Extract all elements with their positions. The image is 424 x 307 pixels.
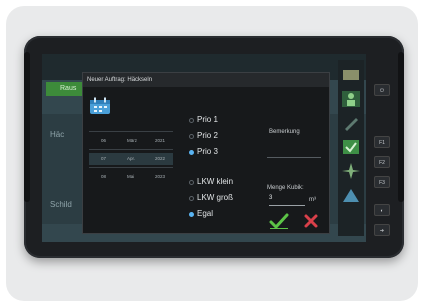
date-year: 2022	[155, 156, 166, 161]
dialog-title: Neuer Auftrag: Häckseln	[83, 73, 329, 87]
radio-label: LKW groß	[197, 193, 234, 202]
date-divider	[89, 149, 173, 150]
check-box-icon[interactable]	[341, 138, 361, 156]
checkmark-icon[interactable]	[269, 213, 289, 229]
background-row-label: Schild	[50, 200, 72, 209]
date-day: 06	[101, 138, 107, 143]
cross-icon[interactable]	[303, 213, 319, 229]
new-order-dialog: Neuer Auftrag: Häckseln 06 März 2021 07 …	[82, 72, 330, 234]
radio-dot-selected	[189, 212, 194, 217]
date-picker-row[interactable]: 08 Mai 2023	[89, 171, 173, 183]
background-row-label: Häc	[50, 130, 65, 139]
radio-dot	[189, 196, 194, 201]
date-divider	[89, 167, 173, 168]
remark-input[interactable]	[267, 157, 321, 158]
tablet-bumper-right	[398, 52, 404, 202]
person-icon[interactable]	[341, 90, 361, 108]
remark-label: Bemerkung	[269, 129, 300, 135]
date-year: 2021	[155, 138, 166, 143]
date-year: 2023	[155, 174, 166, 179]
date-month: Mai	[127, 174, 135, 179]
calendar-icon[interactable]	[89, 97, 111, 115]
enter-key[interactable]: ➔	[374, 224, 390, 236]
quantity-unit: m³	[309, 197, 316, 203]
date-day: 07	[101, 156, 107, 161]
compass-icon[interactable]	[341, 162, 361, 180]
date-day: 08	[101, 174, 107, 179]
quantity-input[interactable]: 3	[269, 195, 305, 206]
tablet-bumper-left	[24, 52, 30, 202]
radio-label: Prio 3	[197, 147, 218, 156]
radio-dot	[189, 134, 194, 139]
date-picker-row[interactable]: 06 März 2021	[89, 135, 173, 147]
radio-label: LKW klein	[197, 177, 234, 186]
power-button[interactable]: ⏻	[374, 84, 390, 96]
radio-label: Prio 1	[197, 115, 218, 124]
side-key[interactable]: ◐	[374, 204, 390, 216]
radio-dot	[189, 180, 194, 185]
date-month: März	[127, 138, 137, 143]
date-divider	[89, 131, 173, 132]
tool-icon[interactable]	[341, 66, 361, 84]
f1-key[interactable]: F1	[374, 136, 390, 148]
radio-dot-selected	[189, 150, 194, 155]
quantity-label: Menge Kubik:	[267, 185, 304, 191]
triangle-icon[interactable]	[341, 186, 361, 204]
radio-label: Prio 2	[197, 131, 218, 140]
right-tool-panel	[338, 60, 364, 236]
date-picker-row-selected[interactable]: 07 Apr. 2022	[89, 153, 173, 165]
f2-key[interactable]: F2	[374, 156, 390, 168]
radio-dot	[189, 118, 194, 123]
f3-key[interactable]: F3	[374, 176, 390, 188]
pen-icon[interactable]	[341, 114, 361, 132]
tablet-screen: Raus Häc Schild Neuer Auftrag: Häckseln …	[42, 54, 366, 242]
date-month: Apr.	[127, 156, 136, 161]
radio-label: Egal	[197, 209, 214, 218]
